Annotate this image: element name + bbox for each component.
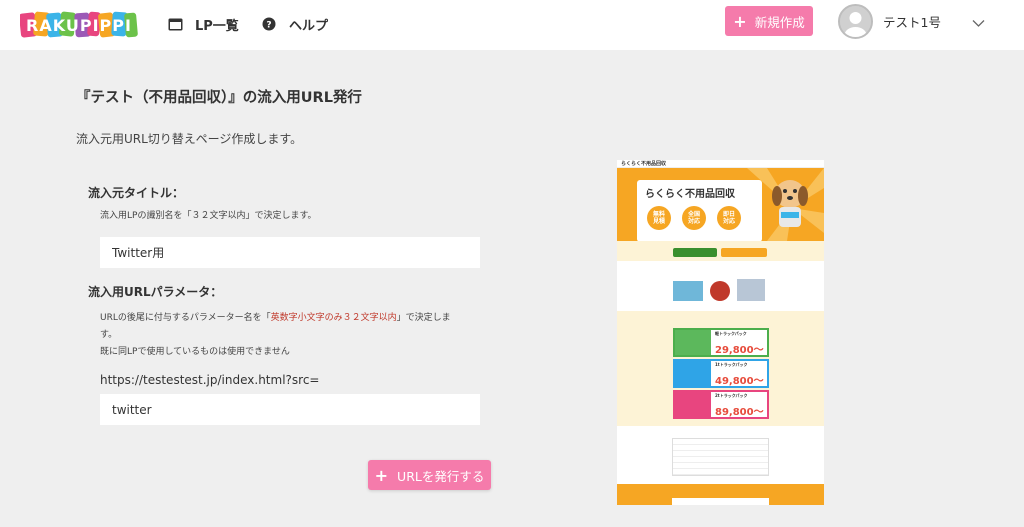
svg-text:?: ? xyxy=(266,21,271,31)
url-param-help-line2: 既に同LPで使用しているものは使用できません xyxy=(100,347,290,357)
url-param-help-before: URLの後尾に付与するパラメーター名を「 xyxy=(100,313,271,323)
preview-plan-card: 1tトラックパック 49,800〜 xyxy=(673,359,769,388)
logo-text: RAKUPIPPI xyxy=(26,16,132,35)
new-create-label: 新規作成 xyxy=(754,14,805,30)
preview-images-band xyxy=(617,261,824,311)
page-description: 流入元用URL切り替えページ作成します。 xyxy=(76,132,303,146)
preview-badge: 無料 見積 xyxy=(647,206,671,230)
base-url-text: https://testestest.jp/index.html?src= xyxy=(100,373,320,387)
question-circle-icon: ? xyxy=(261,16,277,32)
preview-hero: らくらく不用品回収 無料 見積 全国 対応 即日 対応 xyxy=(617,168,824,242)
source-title-label: 流入元タイトル： xyxy=(88,186,185,200)
preview-badge: 即日 対応 xyxy=(717,206,741,230)
preview-truck-image xyxy=(673,281,703,301)
preview-badge: 全国 対応 xyxy=(682,206,706,230)
preview-contact-band xyxy=(617,241,824,261)
nav-lp-list-label: LP一覧 xyxy=(195,18,239,34)
preview-bike-image xyxy=(710,281,730,301)
logo-graphic: RAKUPIPPI xyxy=(19,11,138,38)
dog-mascot-icon xyxy=(772,180,808,227)
preview-price-table xyxy=(672,438,769,476)
lp-preview-thumbnail: らくらく不用品回収 らくらく不用品回収 無料 見積 全国 対応 即日 対応 軽ト… xyxy=(617,160,824,505)
preview-hero-text: らくらく不用品回収 xyxy=(645,189,735,200)
preview-plan-price: 89,800〜 xyxy=(715,407,764,418)
preview-plan-card: 軽トラックパック 29,800〜 xyxy=(673,328,769,357)
url-param-label: 流入用URLパラメータ： xyxy=(88,285,223,299)
page-title: 『テスト（不用品回収）』の流入用URL発行 xyxy=(76,90,362,106)
nav-help[interactable]: ? ヘルプ xyxy=(261,14,328,34)
url-param-help-after: 」で決定しま xyxy=(396,313,451,323)
chevron-down-icon[interactable] xyxy=(972,13,985,32)
source-title-help: 流入用LPの識別名を「３２文字以内」で決定します。 xyxy=(100,211,317,221)
plus-icon: + xyxy=(733,11,747,31)
user-name[interactable]: テスト1号 xyxy=(883,12,941,31)
preview-form-button xyxy=(721,248,767,257)
preview-site-title: らくらく不用品回収 xyxy=(621,161,667,167)
issue-url-button[interactable]: + URLを発行する xyxy=(368,460,491,490)
avatar[interactable] xyxy=(838,4,873,39)
preview-plan-name: 1tトラックパック xyxy=(715,362,748,367)
issue-url-label: URLを発行する xyxy=(397,468,485,484)
user-silhouette-icon xyxy=(840,6,871,37)
nav-help-label: ヘルプ xyxy=(289,18,329,34)
rakupippi-logo[interactable]: RAKUPIPPI xyxy=(19,7,138,43)
new-create-button[interactable]: + 新規作成 xyxy=(725,6,813,36)
preview-plan-price: 29,800〜 xyxy=(715,345,764,356)
preview-footer-band xyxy=(617,484,824,505)
url-param-help-wrap: す。 xyxy=(100,330,118,340)
preview-topbar: らくらく不用品回収 xyxy=(617,160,824,168)
top-navbar: RAKUPIPPI LP一覧 ? ヘルプ + 新規作成 テスト1号 xyxy=(0,0,1024,50)
preview-phone-button xyxy=(673,248,717,257)
url-param-help: URLの後尾に付与するパラメーター名を「英数字小文字のみ３２文字以内」で決定しま… xyxy=(100,310,495,361)
url-param-input[interactable] xyxy=(100,394,480,425)
preview-plan-name: 2tトラックパック xyxy=(715,393,748,398)
preview-plan-card: 2tトラックパック 89,800〜 xyxy=(673,390,769,419)
preview-table-band xyxy=(617,426,824,484)
url-param-help-rule: 英数字小文字のみ３２文字以内 xyxy=(270,313,397,323)
preview-plan-price: 49,800〜 xyxy=(715,376,764,387)
preview-plan-name: 軽トラックパック xyxy=(715,331,747,336)
plus-icon: + xyxy=(374,465,389,485)
preview-footer-card xyxy=(672,498,769,505)
source-title-input[interactable] xyxy=(100,237,480,268)
preview-staff-image xyxy=(737,279,765,301)
window-icon xyxy=(167,16,183,32)
nav-lp-list[interactable]: LP一覧 xyxy=(167,14,239,34)
